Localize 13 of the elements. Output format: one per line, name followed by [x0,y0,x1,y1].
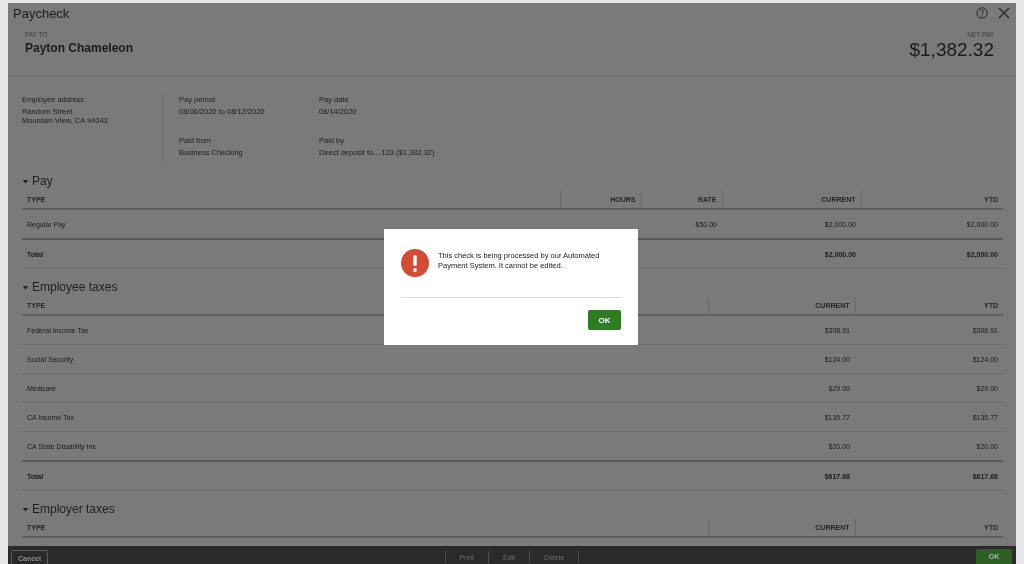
close-icon[interactable] [998,7,1010,19]
net-pay-amount: $1,382.32 [909,39,994,61]
section-toggle[interactable]: Employee taxes [22,280,118,294]
help-icon[interactable] [976,7,988,19]
section-toggle[interactable]: Pay [22,174,53,188]
section-toggle[interactable]: Employer taxes [22,502,115,516]
caret-down-icon [22,177,29,185]
window-title: Paycheck [13,5,70,21]
ok-button[interactable]: OK [588,310,621,330]
warning-icon [401,249,429,277]
payee-name: Payton Chameleon [25,41,134,55]
caret-down-icon [22,505,29,513]
caret-down-icon [22,283,29,291]
